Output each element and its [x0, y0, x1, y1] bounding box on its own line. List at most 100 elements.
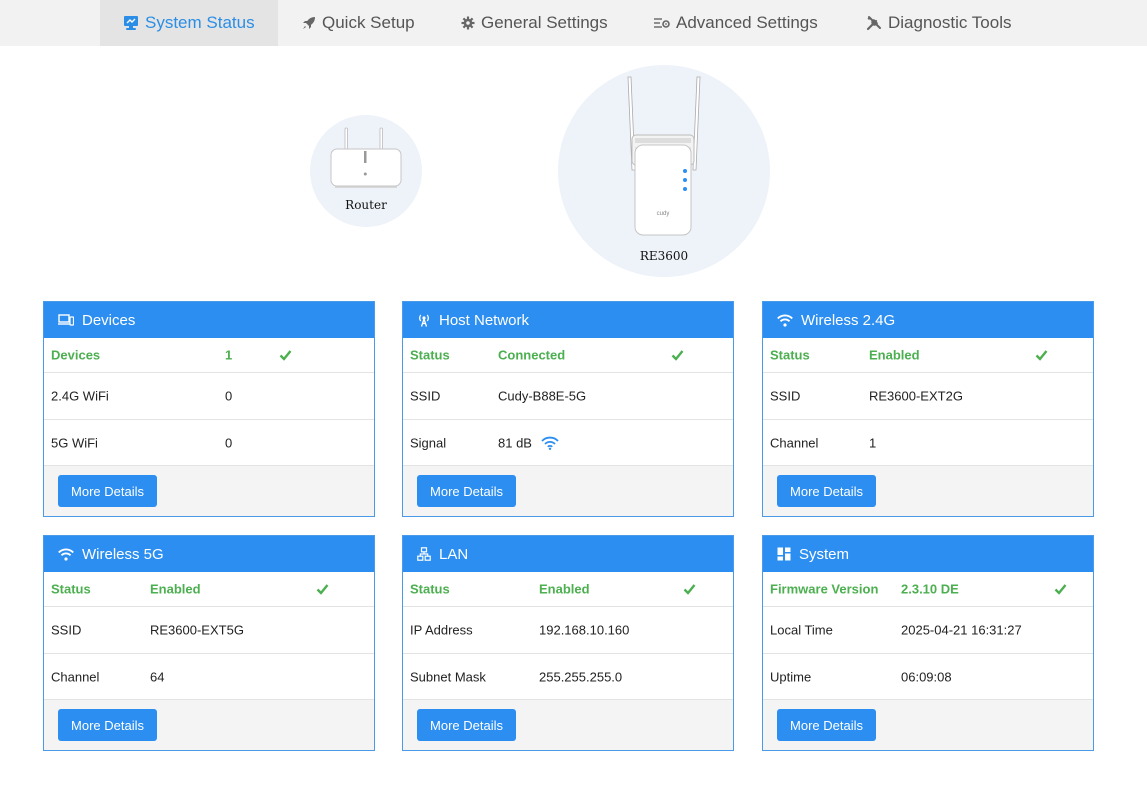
- check-icon: [316, 584, 329, 595]
- row-key: Status: [410, 347, 450, 363]
- table-row: Signal 81 dB: [403, 419, 733, 466]
- row-value: 1: [869, 435, 877, 451]
- row-key: Firmware Version: [770, 581, 879, 597]
- row-key: Channel: [51, 669, 100, 685]
- row-key: SSID: [410, 388, 441, 404]
- more-details-button[interactable]: More Details: [777, 709, 876, 741]
- more-details-button[interactable]: More Details: [58, 709, 157, 741]
- host-network-card: Host Network Status Connected SSID Cudy-…: [402, 301, 734, 517]
- tab-quick-setup[interactable]: Quick Setup: [302, 0, 415, 46]
- tab-label: Advanced Settings: [676, 13, 818, 32]
- card-header: Wireless 5G: [44, 536, 374, 572]
- antenna-icon: [419, 314, 429, 327]
- row-value: Cudy-B88E-5G: [498, 388, 587, 404]
- tab-label: Quick Setup: [322, 13, 415, 32]
- row-value: Enabled: [150, 581, 201, 597]
- card-title: Wireless 5G: [82, 545, 164, 563]
- dashboard-icon: [777, 547, 791, 561]
- row-value: 2.3.10 DE: [901, 581, 959, 597]
- card-header: Wireless 2.4G: [763, 302, 1093, 338]
- card-header: Devices: [44, 302, 374, 338]
- row-key: 2.4G WiFi: [51, 388, 109, 404]
- network-icon: [417, 547, 431, 561]
- table-row: Status Connected: [403, 338, 733, 372]
- extender-icon: [627, 76, 701, 236]
- card-footer: More Details: [44, 465, 374, 516]
- card-title: System: [799, 545, 850, 563]
- tab-label: System Status: [145, 13, 255, 32]
- wifi-signal-icon: [541, 436, 559, 450]
- row-key: Status: [410, 581, 450, 597]
- row-key: IP Address: [410, 622, 473, 638]
- card-footer: More Details: [763, 699, 1093, 750]
- row-value: 0: [225, 435, 233, 451]
- check-icon: [1054, 584, 1067, 595]
- extender-label: RE3600: [639, 249, 689, 263]
- card-footer: More Details: [763, 465, 1093, 516]
- card-header: Host Network: [403, 302, 733, 338]
- row-key: Status: [51, 581, 91, 597]
- table-row: Channel 1: [763, 419, 1093, 466]
- row-value: RE3600-EXT2G: [869, 388, 963, 404]
- check-icon: [279, 350, 292, 361]
- tab-label: General Settings: [481, 13, 608, 32]
- card-header: System: [763, 536, 1093, 572]
- tab-general-settings[interactable]: General Settings: [461, 0, 608, 46]
- more-details-button[interactable]: More Details: [417, 709, 516, 741]
- row-key: Subnet Mask: [410, 669, 486, 685]
- row-key: SSID: [770, 388, 801, 404]
- card-title: LAN: [439, 545, 469, 563]
- tab-label: Diagnostic Tools: [888, 13, 1012, 32]
- extender-device[interactable]: cudy RE3600: [558, 65, 770, 277]
- row-value: RE3600-EXT5G: [150, 622, 244, 638]
- tab-advanced-settings[interactable]: Advanced Settings: [654, 0, 818, 46]
- table-row: Status Enabled: [44, 572, 374, 606]
- more-details-button[interactable]: More Details: [417, 475, 516, 507]
- table-row: Channel 64: [44, 653, 374, 700]
- wifi-icon: [777, 314, 793, 327]
- row-key: Channel: [770, 435, 819, 451]
- system-card: System Firmware Version 2.3.10 DE Local …: [762, 535, 1094, 751]
- table-row: 2.4G WiFi 0: [44, 372, 374, 419]
- wireless-5g-card: Wireless 5G Status Enabled SSID RE3600-E…: [43, 535, 375, 751]
- row-key: Uptime: [770, 669, 812, 685]
- gear-icon: [461, 16, 475, 30]
- more-details-button[interactable]: More Details: [777, 475, 876, 507]
- check-icon: [683, 584, 696, 595]
- card-footer: More Details: [44, 699, 374, 750]
- table-row: Status Enabled: [763, 338, 1093, 372]
- lan-card: LAN Status Enabled IP Address 192.168.10…: [402, 535, 734, 751]
- table-row: Uptime 06:09:08: [763, 653, 1093, 700]
- row-key: Local Time: [770, 622, 833, 638]
- devices-icon: [58, 314, 74, 326]
- tab-diagnostic-tools[interactable]: Diagnostic Tools: [866, 0, 1011, 46]
- table-row: SSID RE3600-EXT5G: [44, 606, 374, 653]
- row-value: Enabled: [539, 581, 590, 597]
- card-header: LAN: [403, 536, 733, 572]
- card-title: Devices: [82, 311, 136, 329]
- tab-system-status[interactable]: System Status: [100, 0, 278, 46]
- table-row: Firmware Version 2.3.10 DE: [763, 572, 1093, 606]
- card-title: Host Network: [439, 311, 530, 329]
- row-value: 255.255.255.0: [539, 669, 623, 685]
- row-value: 192.168.10.160: [539, 622, 630, 638]
- row-key: SSID: [51, 622, 82, 638]
- table-row: 5G WiFi 0: [44, 419, 374, 466]
- card-title: Wireless 2.4G: [801, 311, 896, 329]
- router-device[interactable]: Router: [310, 115, 422, 227]
- rocket-icon: [303, 17, 315, 29]
- wireless-24g-card: Wireless 2.4G Status Enabled SSID RE3600…: [762, 301, 1094, 517]
- monitor-icon: [124, 16, 138, 30]
- row-key: Signal: [410, 435, 447, 451]
- card-footer: More Details: [403, 699, 733, 750]
- row-value: Connected: [498, 347, 566, 363]
- sliders-icon: [654, 18, 670, 28]
- more-details-button[interactable]: More Details: [58, 475, 157, 507]
- row-value: 1: [225, 347, 233, 363]
- table-row: Local Time 2025-04-21 16:31:27: [763, 606, 1093, 653]
- table-row: IP Address 192.168.10.160: [403, 606, 733, 653]
- check-icon: [671, 350, 684, 361]
- row-key: Status: [770, 347, 810, 363]
- tools-icon: [866, 16, 881, 31]
- row-key: 5G WiFi: [51, 435, 98, 451]
